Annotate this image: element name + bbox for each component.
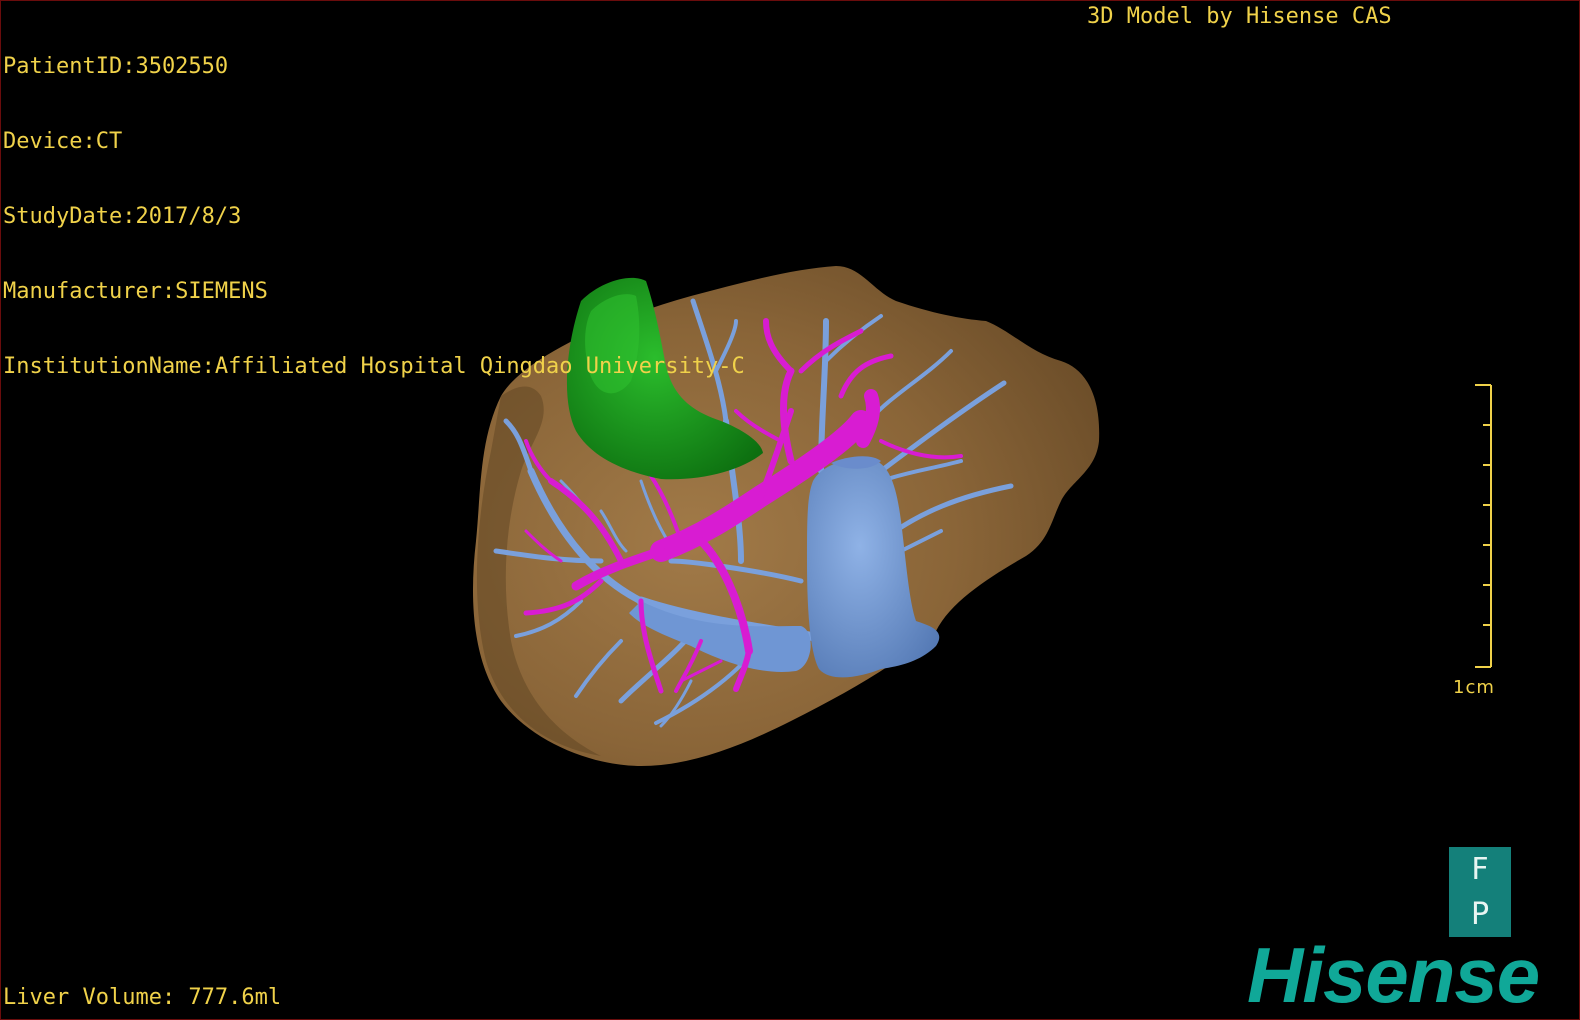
hisense-logo: Hisense [1247, 931, 1540, 1019]
model-credit: 3D Model by Hisense CAS [1087, 4, 1392, 29]
scale-label: 1cm [1453, 677, 1495, 698]
institution-name: InstitutionName:Affiliated Hospital Qing… [3, 354, 745, 379]
device: Device:CT [3, 129, 123, 154]
dicom-info: PatientID:3502550 Device:CT StudyDate:20… [3, 4, 745, 429]
orientation-face-top: F [1471, 851, 1489, 887]
orientation-cube[interactable]: F P [1449, 847, 1511, 937]
orientation-face-front: P [1470, 896, 1490, 932]
study-date: StudyDate:2017/8/3 [3, 204, 242, 229]
scale-bar [1475, 384, 1492, 668]
patient-id: PatientID:3502550 [3, 54, 229, 79]
render-viewport[interactable]: PatientID:3502550 Device:CT StudyDate:20… [0, 0, 1580, 1020]
liver-volume-readout: Liver Volume: 777.6ml [3, 985, 282, 1010]
manufacturer: Manufacturer:SIEMENS [3, 279, 268, 304]
